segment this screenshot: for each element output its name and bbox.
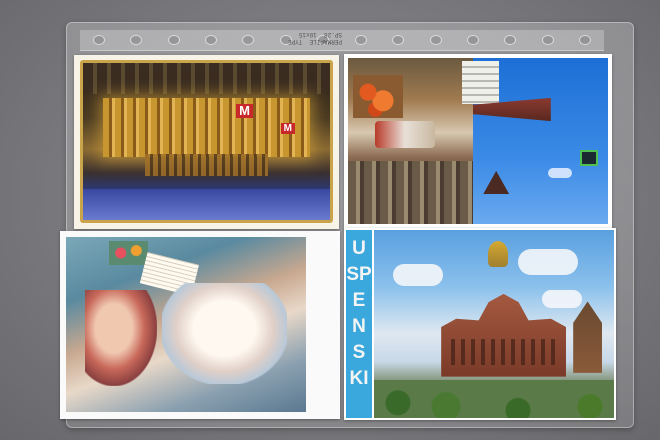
painted-girl-right bbox=[162, 282, 287, 384]
painting-two-girls bbox=[66, 237, 306, 412]
binder-hole bbox=[392, 35, 405, 45]
binder-hole bbox=[504, 35, 517, 45]
painted-flowers bbox=[109, 240, 148, 265]
market-person bbox=[375, 121, 436, 148]
binder-hole bbox=[204, 35, 217, 45]
facade-lower bbox=[144, 154, 269, 177]
postcard-market-tower bbox=[344, 54, 612, 228]
cloud bbox=[542, 290, 582, 309]
binder-hole bbox=[242, 35, 255, 45]
m-sign: M bbox=[236, 103, 253, 118]
painted-girl-left bbox=[85, 289, 158, 386]
binder-hole bbox=[429, 35, 442, 45]
golden-dome bbox=[488, 241, 508, 268]
trees bbox=[374, 380, 614, 418]
ice-floor bbox=[83, 188, 330, 220]
cloud bbox=[393, 263, 444, 286]
sleeve-brand-text: PERMAFILE TYPE SP.28 10x15 bbox=[288, 31, 343, 45]
white-building bbox=[462, 61, 499, 105]
postcard-night-building: M M bbox=[74, 55, 339, 229]
publisher-logo-icon bbox=[580, 150, 598, 166]
cathedral-windows bbox=[450, 339, 557, 366]
church-spire bbox=[483, 170, 510, 195]
cloud bbox=[518, 248, 578, 275]
binder-hole bbox=[466, 35, 479, 45]
uspenski-title: USPENSKI bbox=[346, 238, 372, 389]
gold-frame: M M bbox=[80, 60, 333, 223]
cloud bbox=[547, 167, 572, 178]
binder-hole bbox=[354, 35, 367, 45]
sky-scene bbox=[348, 58, 608, 224]
cathedral-scene bbox=[374, 230, 614, 418]
postcard-painting bbox=[60, 231, 340, 419]
postcard-uspenski: USPENSKI bbox=[344, 228, 616, 420]
illuminated-facade bbox=[102, 97, 311, 158]
m-sign-small: M bbox=[280, 122, 295, 134]
ceiling-beams bbox=[83, 63, 330, 95]
binder-hole bbox=[92, 35, 105, 45]
binder-hole bbox=[130, 35, 143, 45]
binder-hole bbox=[579, 35, 592, 45]
market-stalls bbox=[348, 160, 473, 224]
binder-hole bbox=[167, 35, 180, 45]
binder-hole bbox=[541, 35, 554, 45]
night-scene: M M bbox=[83, 63, 330, 220]
side-tower bbox=[573, 301, 602, 373]
flower-bunches bbox=[352, 74, 403, 118]
market-scene bbox=[348, 58, 473, 224]
